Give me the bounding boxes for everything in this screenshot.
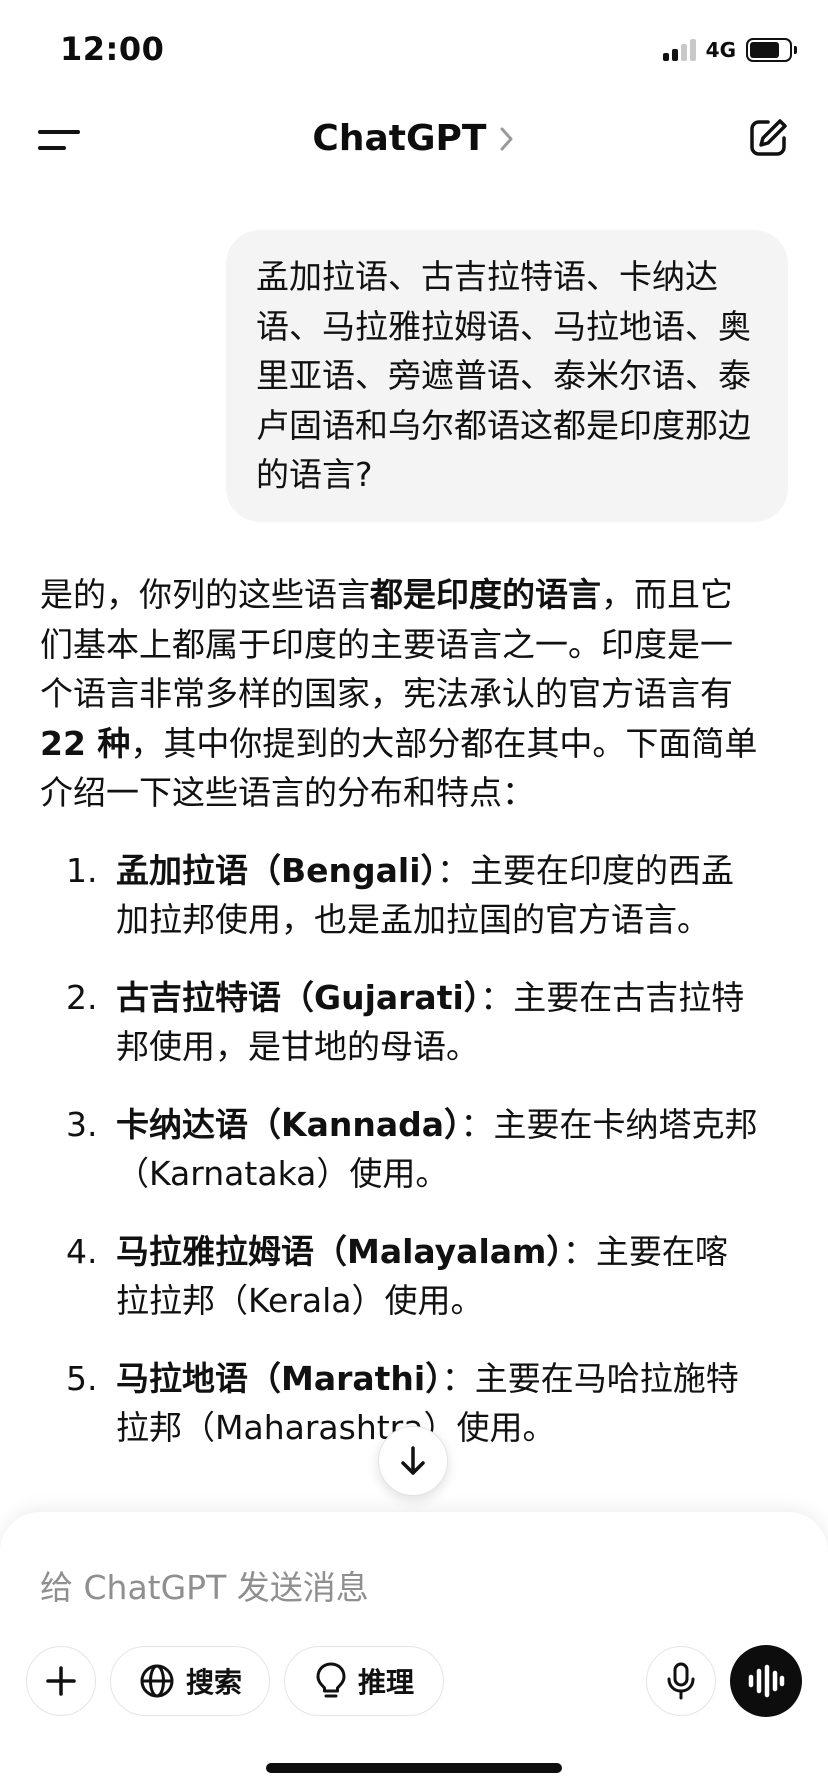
- status-indicators: 4G: [662, 38, 797, 62]
- list-term: 马拉雅拉姆语（Malayalam）: [116, 1231, 563, 1271]
- reasoning-label: 推理: [357, 1666, 414, 1699]
- reasoning-button[interactable]: 推理: [284, 1646, 444, 1716]
- new-chat-button[interactable]: [746, 116, 790, 160]
- list-item: 1. 孟加拉语（Bengali）：主要在印度的西孟加拉邦使用，也是孟加拉国的官方…: [40, 846, 760, 945]
- signal-icon: [662, 39, 696, 61]
- status-bar: 12:00 4G: [0, 0, 828, 100]
- assistant-intro: 是的，你列的这些语言都是印度的语言，而且它们基本上都属于印度的主要语言之一。印度…: [40, 570, 760, 818]
- chat-screen: 12:00 4G ChatGPT 孟加拉语、古吉拉特语、卡纳达语、马拉雅拉姆语、…: [0, 0, 828, 1792]
- attach-button[interactable]: [26, 1646, 96, 1716]
- user-message-bubble: 孟加拉语、古吉拉特语、卡纳达语、马拉雅拉姆语、马拉地语、奥里亚语、旁遮普语、泰米…: [226, 230, 788, 522]
- list-term: 卡纳达语（Kannada）: [116, 1104, 461, 1144]
- intro-text: ，其中你提到的大部分都在其中。下面简单介绍一下这些语言的分布和特点：: [40, 723, 758, 813]
- list-term: 马拉地语（Marathi）: [116, 1358, 442, 1398]
- voice-mode-button[interactable]: [730, 1645, 802, 1717]
- intro-emphasis: 22 种: [40, 723, 131, 763]
- status-time: 12:00: [60, 30, 165, 68]
- language-list: 1. 孟加拉语（Bengali）：主要在印度的西孟加拉邦使用，也是孟加拉国的官方…: [40, 846, 760, 1453]
- intro-emphasis: 都是印度的语言: [370, 575, 601, 614]
- arrow-down-icon: [401, 1446, 425, 1475]
- list-number: 5.: [66, 1358, 98, 1398]
- model-selector[interactable]: ChatGPT: [0, 118, 828, 159]
- voice-waveform-icon: [748, 1664, 785, 1698]
- search-label: 搜索: [185, 1666, 242, 1699]
- intro-text: 是的，你列的这些语言: [40, 575, 370, 614]
- list-number: 1.: [66, 850, 98, 890]
- list-term: 古吉拉特语（Gujarati）: [116, 977, 481, 1017]
- scroll-to-bottom-button[interactable]: [378, 1426, 448, 1496]
- lightbulb-icon: [316, 1662, 346, 1698]
- dictation-button[interactable]: [646, 1646, 716, 1716]
- battery-icon: [746, 38, 797, 62]
- list-term: 孟加拉语（Bengali）: [116, 850, 438, 890]
- header-title: ChatGPT: [312, 118, 487, 159]
- assistant-message: 是的，你列的这些语言都是印度的语言，而且它们基本上都属于印度的主要语言之一。印度…: [40, 570, 760, 1481]
- list-number: 2.: [66, 977, 98, 1017]
- globe-icon: [140, 1664, 174, 1698]
- top-nav-bar: ChatGPT: [0, 100, 828, 180]
- home-indicator: [266, 1763, 562, 1773]
- compose-icon: [750, 119, 787, 156]
- list-item: 4. 马拉雅拉姆语（Malayalam）：主要在喀拉拉邦（Kerala）使用。: [40, 1227, 760, 1326]
- plus-icon: [46, 1666, 76, 1696]
- list-item: 3. 卡纳达语（Kannada）：主要在卡纳塔克邦（Karnataka）使用。: [40, 1100, 760, 1199]
- list-item: 2. 古吉拉特语（Gujarati）：主要在古吉拉特邦使用，是甘地的母语。: [40, 973, 760, 1072]
- list-number: 3.: [66, 1104, 98, 1144]
- message-composer: 搜索 推理: [0, 1512, 828, 1792]
- network-type: 4G: [705, 38, 736, 62]
- microphone-icon: [667, 1662, 695, 1700]
- search-button[interactable]: 搜索: [110, 1646, 270, 1716]
- message-input[interactable]: [40, 1562, 740, 1612]
- chevron-right-icon: [500, 127, 513, 150]
- list-number: 4.: [66, 1231, 98, 1271]
